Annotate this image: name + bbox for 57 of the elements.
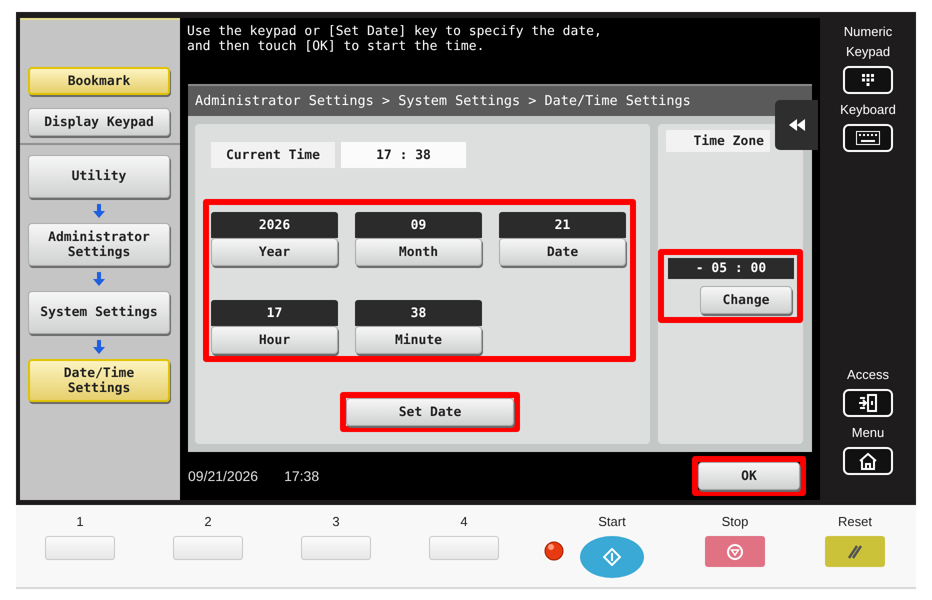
double-left-arrow-icon: [788, 119, 804, 131]
key-label: Access: [846, 366, 890, 384]
field-button[interactable]: Month: [355, 238, 482, 266]
field-button[interactable]: Date: [499, 238, 626, 266]
status-date: 09/21/2026: [188, 468, 258, 484]
set-date-button[interactable]: Set Date: [346, 398, 514, 426]
key-label: Stop: [722, 514, 748, 530]
sidebar-button[interactable]: Display Keypad: [28, 108, 170, 136]
time-zone-label: Time Zone: [666, 130, 770, 152]
status-time: 17:38: [284, 468, 320, 484]
diamond-icon: [603, 548, 621, 566]
field-button[interactable]: Minute: [355, 326, 482, 354]
field-button[interactable]: Year: [211, 238, 338, 266]
key-label: 2: [204, 514, 212, 530]
instruction-text: Use the keypad or [Set Date] key to specify the date, and then touch [OK] to start the time.: [186, 23, 603, 56]
key-label: Start: [598, 514, 626, 530]
field-value: 21: [499, 212, 626, 238]
key-label: Reset: [838, 514, 872, 530]
indicator-light-icon: [544, 541, 564, 561]
current-time-label: Current Time: [211, 142, 335, 168]
breadcrumb-step-button[interactable]: Utility: [28, 155, 170, 198]
field-value: 09: [355, 212, 482, 238]
stop-key[interactable]: [705, 536, 765, 567]
change-button[interactable]: Change: [700, 286, 792, 314]
time-zone-value: - 05 : 00: [668, 258, 794, 279]
key-label: Keyboard: [839, 101, 897, 119]
ok-button[interactable]: OK: [698, 462, 800, 490]
panel-key[interactable]: [843, 389, 893, 417]
down-arrow-icon: [93, 340, 105, 354]
stop-icon: [727, 544, 743, 560]
panel-key[interactable]: [843, 66, 893, 94]
field-button[interactable]: Hour: [211, 326, 338, 354]
keypad-icon: [861, 74, 875, 86]
breadcrumb-step-button[interactable]: Administrator Settings: [28, 223, 170, 266]
panel-key[interactable]: [843, 447, 893, 475]
door-arrow-icon: [858, 394, 878, 412]
double-slash-icon: [847, 544, 863, 558]
sidebar-button[interactable]: Bookmark: [28, 67, 170, 95]
current-time-value: 17 : 38: [341, 142, 466, 168]
collapse-button[interactable]: [775, 100, 818, 150]
down-arrow-icon: [93, 272, 105, 286]
keyboard-icon: [856, 131, 880, 145]
down-arrow-icon: [93, 204, 105, 218]
key-label: 1: [76, 514, 84, 530]
key-label: 3: [332, 514, 340, 530]
key-label: Numeric Keypad: [842, 23, 894, 61]
key-label: 4: [460, 514, 468, 530]
reset-key[interactable]: [825, 536, 885, 567]
breadcrumb-bar: Administrator Settings > System Settings > Date/Time Settings: [188, 84, 812, 116]
field-value: 2026: [211, 212, 338, 238]
field-value: 38: [355, 300, 482, 326]
breadcrumb-step-button[interactable]: Date/Time Settings: [28, 359, 170, 402]
key-label: Menu: [850, 424, 886, 442]
home-icon: [858, 452, 878, 470]
field-value: 17: [211, 300, 338, 326]
panel-key[interactable]: [843, 124, 893, 152]
breadcrumb-step-button[interactable]: System Settings: [28, 291, 170, 334]
